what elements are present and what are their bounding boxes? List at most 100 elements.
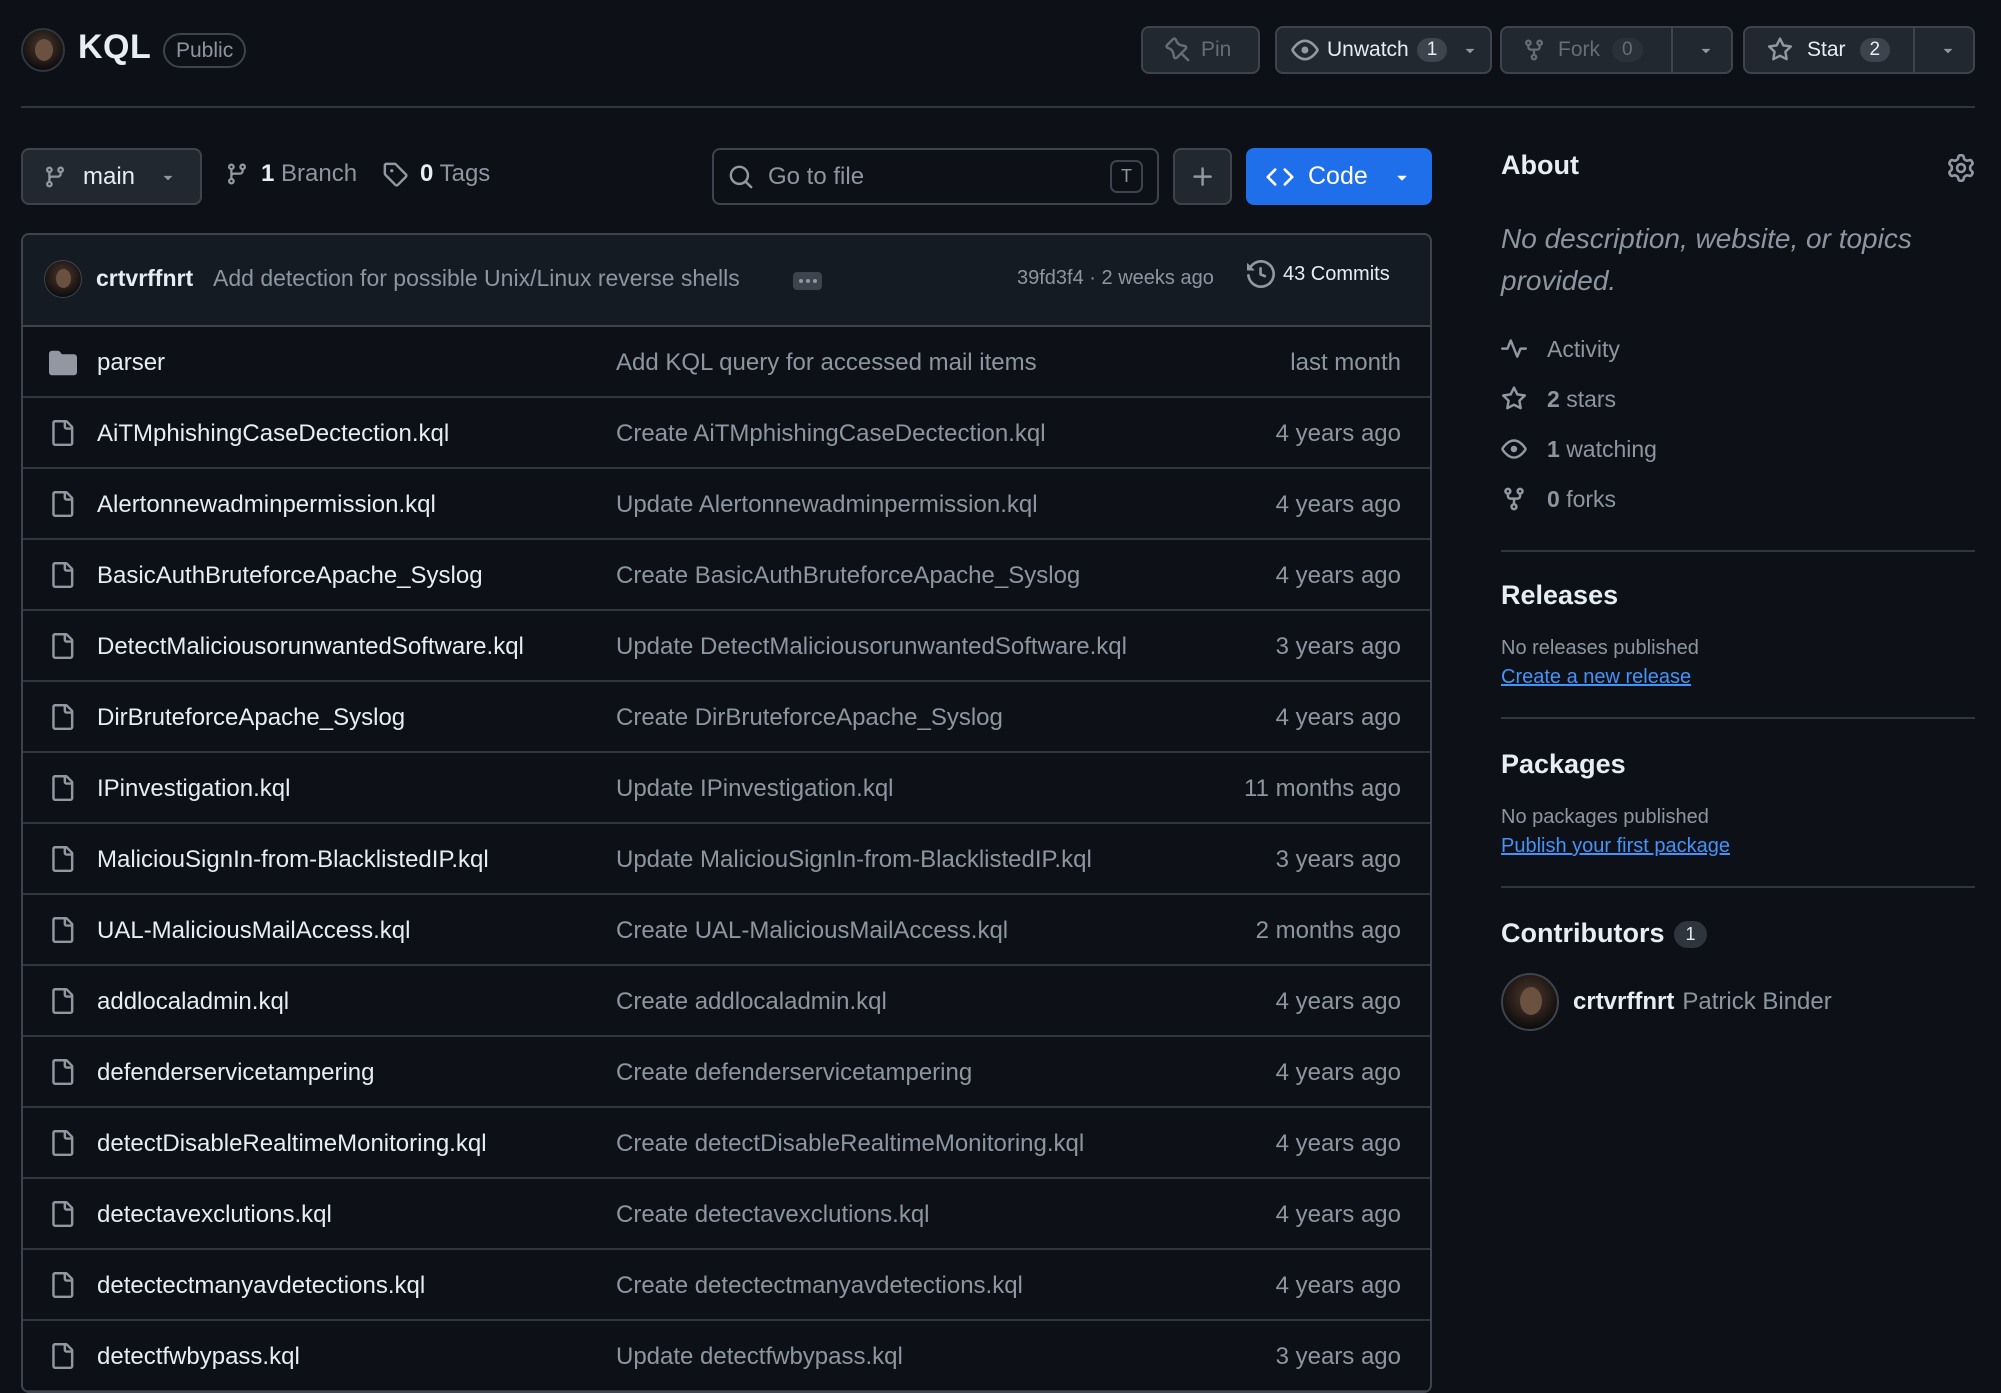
- commit-author-avatar[interactable]: [44, 260, 82, 298]
- file-commit-message-link[interactable]: Update IPinvestigation.kql: [616, 775, 894, 803]
- contributors-heading[interactable]: Contributors 1: [1501, 918, 1975, 949]
- file-commit-message-link[interactable]: Create detectavexclutions.kql: [616, 1201, 930, 1229]
- file-row[interactable]: detectectmanyavdetections.kql Create dete…: [23, 1250, 1430, 1321]
- file-commit-message-link[interactable]: Create detectDisableRealtimeMonitoring.k…: [616, 1130, 1084, 1158]
- file-name-link[interactable]: parser: [97, 349, 165, 377]
- file-name-link[interactable]: DetectMaliciousorunwantedSoftware.kql: [97, 633, 524, 661]
- file-commit-message-link[interactable]: Create detectectmanyavdetections.kql: [616, 1272, 1023, 1300]
- file-commit-message-link[interactable]: Update DetectMaliciousorunwantedSoftware…: [616, 633, 1127, 661]
- add-file-button[interactable]: [1173, 148, 1232, 205]
- file-name-link[interactable]: defenderservicetampering: [97, 1059, 375, 1087]
- file-commit-message-link[interactable]: Create defenderservicetampering: [616, 1059, 972, 1087]
- file-row[interactable]: UAL-MaliciousMailAccess.kql Create UAL-Ma…: [23, 895, 1430, 966]
- file-name-link[interactable]: detectavexclutions.kql: [97, 1201, 332, 1229]
- file-row[interactable]: BasicAuthBruteforceApache_Syslog Create B…: [23, 540, 1430, 611]
- file-commit-message-link[interactable]: Create AiTMphishingCaseDectection.kql: [616, 420, 1046, 448]
- watching-count: 1: [1547, 435, 1560, 462]
- file-commit-message-link[interactable]: Create UAL-MaliciousMailAccess.kql: [616, 917, 1008, 945]
- file-name-link[interactable]: BasicAuthBruteforceApache_Syslog: [97, 562, 483, 590]
- file-row[interactable]: DirBruteforceApache_Syslog Create DirBrut…: [23, 682, 1430, 753]
- star-dropdown[interactable]: [1913, 28, 1973, 72]
- file-row[interactable]: Alertonnewadminpermission.kql Update Aler…: [23, 469, 1430, 540]
- file-row[interactable]: IPinvestigation.kql Update IPinvestigatio…: [23, 753, 1430, 824]
- stars-link[interactable]: 2 stars: [1501, 374, 1975, 424]
- file-name-link[interactable]: UAL-MaliciousMailAccess.kql: [97, 917, 410, 945]
- file-row[interactable]: parser Add KQL query for accessed mail it…: [23, 327, 1430, 398]
- tags-link[interactable]: 0 Tags: [382, 160, 490, 188]
- file-name-link[interactable]: Alertonnewadminpermission.kql: [97, 491, 436, 519]
- pulse-icon: [1501, 339, 1527, 358]
- forks-link[interactable]: 0 forks: [1501, 474, 1975, 524]
- contributors-count: 1: [1674, 921, 1707, 949]
- activity-link[interactable]: Activity: [1501, 324, 1975, 374]
- file-name-link[interactable]: detectectmanyavdetections.kql: [97, 1272, 425, 1300]
- file-row[interactable]: MaliciouSignIn-from-BlacklistedIP.kql Upd…: [23, 824, 1430, 895]
- unwatch-button[interactable]: Unwatch 1: [1275, 26, 1492, 74]
- forks-count: 0: [1547, 485, 1560, 512]
- contributor-avatar[interactable]: [1501, 973, 1559, 1031]
- pin-button[interactable]: Pin: [1141, 26, 1260, 74]
- packages-heading[interactable]: Packages: [1501, 749, 1975, 780]
- file-row[interactable]: detectavexclutions.kql Create detectavexc…: [23, 1179, 1430, 1250]
- file-name-link[interactable]: DirBruteforceApache_Syslog: [97, 704, 405, 732]
- contributor-item[interactable]: crtvrffnrt Patrick Binder: [1501, 973, 1975, 1031]
- file-commit-message-link[interactable]: Update detectfwbypass.kql: [616, 1343, 903, 1371]
- gear-icon[interactable]: [1947, 154, 1975, 182]
- commits-history-link[interactable]: 43 Commits: [1247, 260, 1390, 288]
- watching-link[interactable]: 1 watching: [1501, 424, 1975, 474]
- repo-header: KQL Public Pin Unwatch 1 Fork 0 Star 2: [21, 0, 1975, 108]
- file-commit-date: 4 years ago: [1275, 704, 1401, 731]
- file-commit-message-link[interactable]: Create addlocaladmin.kql: [616, 988, 887, 1016]
- publish-package-link[interactable]: Publish your first package: [1501, 835, 1975, 858]
- releases-heading[interactable]: Releases: [1501, 580, 1975, 611]
- file-icon: [49, 562, 75, 588]
- fork-button[interactable]: Fork 0: [1500, 26, 1733, 74]
- expand-commit-button[interactable]: [793, 272, 822, 290]
- file-commit-date: 4 years ago: [1275, 420, 1401, 447]
- file-icon: [49, 1201, 75, 1227]
- file-name-link[interactable]: MaliciouSignIn-from-BlacklistedIP.kql: [97, 846, 489, 874]
- file-icon: [49, 988, 75, 1014]
- file-name-link[interactable]: IPinvestigation.kql: [97, 775, 290, 803]
- commit-author[interactable]: crtvrffnrt: [96, 265, 193, 292]
- star-button[interactable]: Star 2: [1743, 26, 1975, 74]
- file-commit-date: 2 months ago: [1255, 917, 1401, 944]
- owner-avatar[interactable]: [21, 28, 65, 72]
- file-commit-message-link[interactable]: Add KQL query for accessed mail items: [616, 349, 1037, 377]
- file-commit-message-link[interactable]: Create DirBruteforceApache_Syslog: [616, 704, 1003, 732]
- star-counter: 2: [1859, 38, 1891, 62]
- pin-label: Pin: [1201, 38, 1232, 61]
- file-row[interactable]: detectfwbypass.kql Update detectfwbypass.…: [23, 1321, 1430, 1391]
- tags-count: 0: [420, 160, 434, 187]
- branch-name: main: [83, 162, 136, 190]
- file-commit-date: 11 months ago: [1244, 775, 1401, 802]
- contributor-login[interactable]: crtvrffnrt: [1573, 988, 1674, 1016]
- file-name-link[interactable]: addlocaladmin.kql: [97, 988, 289, 1016]
- file-commit-message-link[interactable]: Create BasicAuthBruteforceApache_Syslog: [616, 562, 1080, 590]
- commit-meta[interactable]: 39fd3f4 · 2 weeks ago: [1017, 267, 1214, 290]
- star-icon: [1501, 386, 1527, 410]
- watch-counter: 1: [1416, 38, 1448, 62]
- go-to-file-input[interactable]: Go to file T: [712, 148, 1159, 205]
- branches-link[interactable]: 1 Branch: [225, 160, 357, 188]
- commit-hash[interactable]: 39fd3f4: [1017, 267, 1084, 289]
- create-release-link[interactable]: Create a new release: [1501, 666, 1975, 689]
- file-commit-date: 4 years ago: [1275, 491, 1401, 518]
- file-name-link[interactable]: AiTMphishingCaseDectection.kql: [97, 420, 449, 448]
- file-row[interactable]: defenderservicetampering Create defenders…: [23, 1037, 1430, 1108]
- file-row[interactable]: addlocaladmin.kql Create addlocaladmin.kq…: [23, 966, 1430, 1037]
- code-button[interactable]: Code: [1246, 148, 1432, 205]
- file-commit-message-link[interactable]: Update Alertonnewadminpermission.kql: [616, 491, 1038, 519]
- repo-name[interactable]: KQL: [78, 28, 151, 67]
- file-commit-message-link[interactable]: Update MaliciouSignIn-from-BlacklistedIP…: [616, 846, 1092, 874]
- file-row[interactable]: AiTMphishingCaseDectection.kql Create AiT…: [23, 398, 1430, 469]
- folder-icon: [49, 349, 77, 377]
- file-name-link[interactable]: detectfwbypass.kql: [97, 1343, 300, 1371]
- file-name-link[interactable]: detectDisableRealtimeMonitoring.kql: [97, 1130, 487, 1158]
- fork-dropdown[interactable]: [1671, 28, 1731, 72]
- stars-label: stars: [1566, 385, 1617, 412]
- commit-message[interactable]: Add detection for possible Unix/Linux re…: [213, 265, 740, 292]
- file-row[interactable]: DetectMaliciousorunwantedSoftware.kql Upd…: [23, 611, 1430, 682]
- branch-selector[interactable]: main: [21, 148, 202, 205]
- file-row[interactable]: detectDisableRealtimeMonitoring.kql Creat…: [23, 1108, 1430, 1179]
